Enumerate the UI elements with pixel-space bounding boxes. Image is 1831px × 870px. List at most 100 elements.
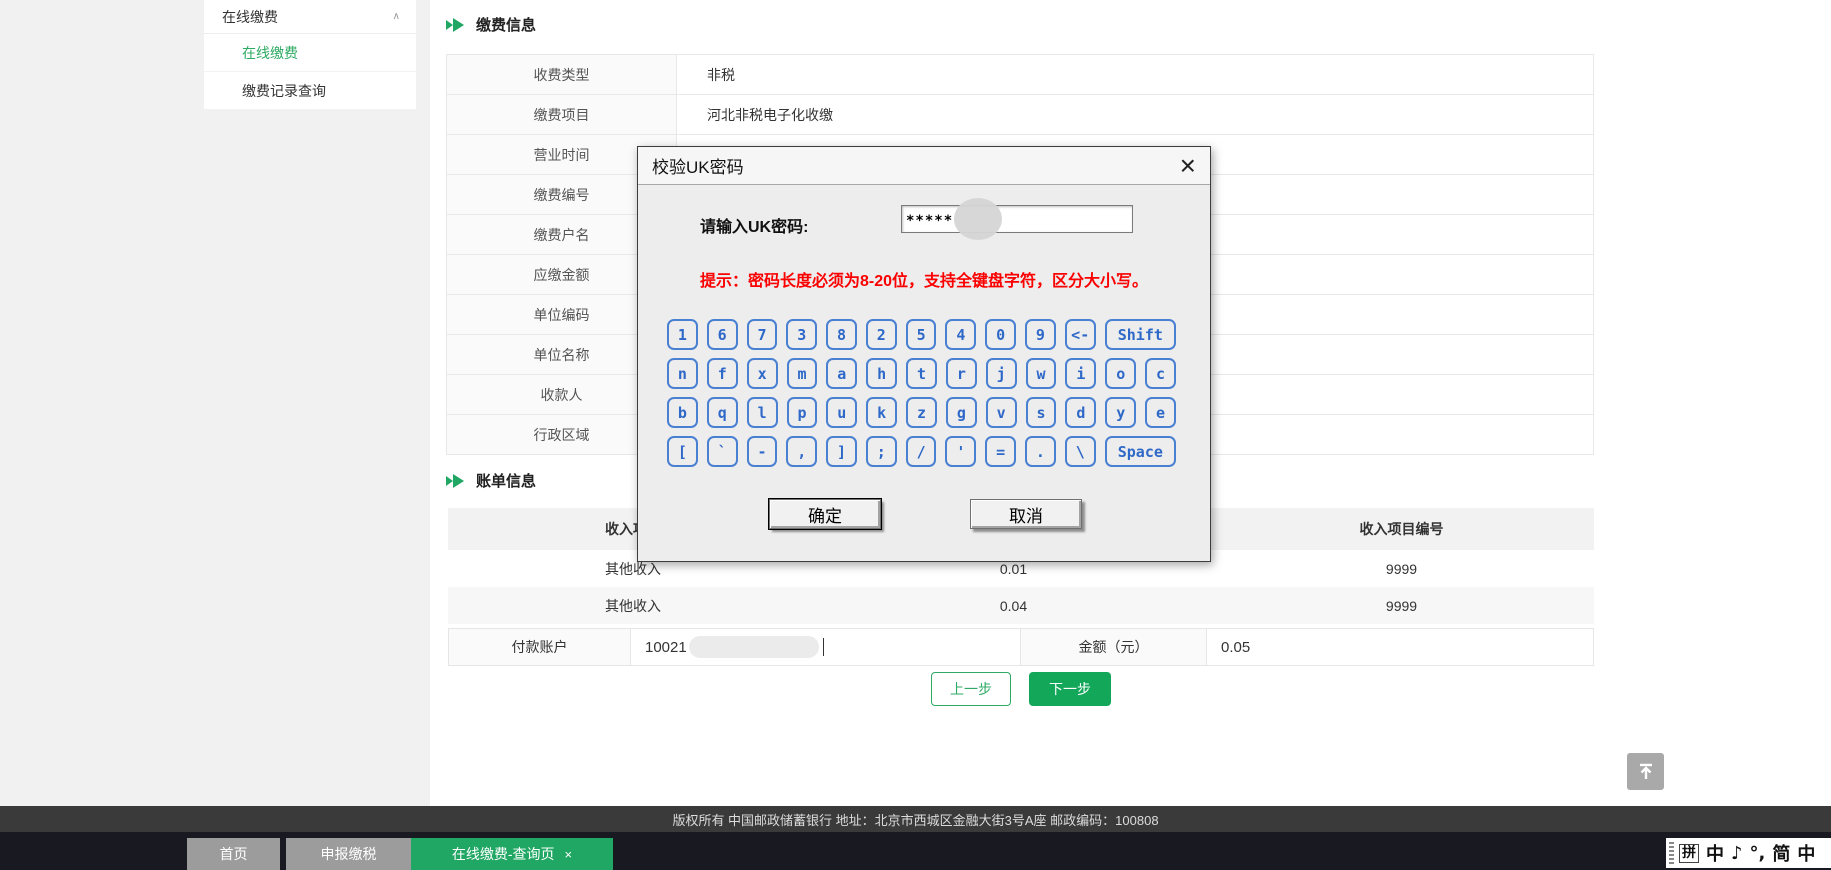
ime-simplified-mode[interactable]: 简 (1772, 840, 1790, 866)
tab-label: 在线缴费-查询页 (452, 844, 555, 864)
ime-width-mode-icon[interactable]: ♪ (1731, 843, 1743, 864)
key-4[interactable]: 4 (945, 319, 976, 350)
bill-table-row: 其他收入 0.04 9999 (448, 587, 1594, 624)
col-header-income-code: 收入项目编号 (1209, 508, 1594, 550)
key-w[interactable]: w (1026, 358, 1057, 389)
key-[[interactable]: [ (667, 436, 698, 467)
amount-value: 0.05 (1207, 629, 1593, 665)
key-r[interactable]: r (946, 358, 977, 389)
sidebar-item-online-payment[interactable]: 在线缴费 (204, 34, 416, 72)
sidebar-group-label: 在线缴费 (222, 7, 278, 27)
key-l[interactable]: l (747, 397, 778, 428)
key-,[interactable]: , (786, 436, 817, 467)
ok-button[interactable]: 确定 (769, 499, 881, 529)
amount-label: 金额（元） (1021, 629, 1207, 665)
dialog-title: 校验UK密码 (652, 153, 744, 178)
key-s[interactable]: s (1026, 397, 1057, 428)
payment-account-row: 付款账户 10021 金额（元） 0.05 (448, 628, 1594, 666)
ime-pinyin-mode[interactable]: 拼 (1679, 844, 1699, 863)
key-q[interactable]: q (707, 397, 738, 428)
key-1[interactable]: 1 (667, 319, 698, 350)
key-9[interactable]: 9 (1025, 319, 1056, 350)
key-'[interactable]: ' (945, 436, 976, 467)
payment-info-title: 缴费信息 (476, 14, 536, 35)
tab-home[interactable]: 首页 (187, 838, 280, 870)
key-e[interactable]: e (1145, 397, 1176, 428)
ime-drag-handle[interactable] (1669, 842, 1674, 864)
key-;[interactable]: ; (866, 436, 897, 467)
key-p[interactable]: p (787, 397, 818, 428)
cell-income-code: 9999 (1209, 550, 1594, 587)
key-k[interactable]: k (866, 397, 897, 428)
key-a[interactable]: a (826, 358, 857, 389)
key-c[interactable]: c (1145, 358, 1176, 389)
cell-income-item: 其他收入 (448, 587, 818, 624)
payment-info-header: 缴费信息 (446, 14, 536, 35)
payment-account-field[interactable]: 10021 (631, 629, 1021, 665)
sidebar-group-online-payment[interactable]: 在线缴费 ∧ (204, 0, 416, 34)
key-d[interactable]: d (1065, 397, 1096, 428)
key-0[interactable]: 0 (985, 319, 1016, 350)
tab-online-payment-query[interactable]: 在线缴费-查询页 × (411, 838, 613, 870)
virtual-keyboard: 1673825409 <- Shift nfxmahtrjwioc bqlpukzgvs… (667, 319, 1185, 475)
uk-password-value: ***** (906, 213, 953, 229)
ime-clipped-item[interactable]: 中 (1797, 840, 1815, 866)
tab-label: 申报缴税 (321, 844, 377, 864)
next-step-button[interactable]: 下一步 (1029, 672, 1111, 706)
key-.[interactable]: . (1025, 436, 1056, 467)
key-=[interactable]: = (985, 436, 1016, 467)
row-value: 河北非税电子化收缴 (677, 95, 1593, 134)
key-6[interactable]: 6 (707, 319, 738, 350)
ime-punctuation-mode[interactable]: °, (1750, 843, 1766, 864)
ime-toolbar: 拼 中 ♪ °, 简 中 (1666, 838, 1831, 868)
key-m[interactable]: m (787, 358, 818, 389)
key-5[interactable]: 5 (906, 319, 937, 350)
text-caret (823, 638, 824, 656)
tab-label: 首页 (220, 844, 248, 864)
key-2[interactable]: 2 (866, 319, 897, 350)
account-number-redaction (689, 636, 819, 658)
key-n[interactable]: n (667, 358, 698, 389)
tab-tax-declaration[interactable]: 申报缴税 (286, 838, 411, 870)
cancel-button[interactable]: 取消 (970, 499, 1082, 529)
key-j[interactable]: j (986, 358, 1017, 389)
sidebar-item-payment-records[interactable]: 缴费记录查询 (204, 72, 416, 110)
key-][interactable]: ] (826, 436, 857, 467)
key-g[interactable]: g (946, 397, 977, 428)
key-x[interactable]: x (747, 358, 778, 389)
key-o[interactable]: o (1105, 358, 1136, 389)
bill-info-header: 账单信息 (446, 470, 536, 491)
key-i[interactable]: i (1065, 358, 1096, 389)
taskbar: 首页 申报缴税 在线缴费-查询页 × (0, 832, 1831, 870)
key-\[interactable]: \ (1065, 436, 1096, 467)
tab-close-icon[interactable]: × (565, 847, 573, 862)
uk-password-input[interactable]: ***** (901, 205, 1133, 233)
ime-chinese-mode[interactable]: 中 (1706, 840, 1724, 866)
payment-account-label: 付款账户 (449, 629, 631, 665)
key-/[interactable]: / (906, 436, 937, 467)
key-y[interactable]: y (1105, 397, 1136, 428)
key-Space[interactable]: Space (1105, 436, 1176, 467)
prev-step-button[interactable]: 上一步 (931, 672, 1011, 706)
key-b[interactable]: b (667, 397, 698, 428)
key-Shift[interactable]: Shift (1105, 319, 1176, 350)
chevron-up-icon: ∧ (393, 11, 400, 22)
key-z[interactable]: z (906, 397, 937, 428)
key-3[interactable]: 3 (786, 319, 817, 350)
key-8[interactable]: 8 (826, 319, 857, 350)
back-to-top-button[interactable] (1627, 753, 1664, 790)
key-`[interactable]: ` (707, 436, 738, 467)
row-label: 收费类型 (447, 55, 677, 94)
key--[interactable]: - (747, 436, 778, 467)
close-icon[interactable]: × (1180, 152, 1196, 180)
cell-amount: 0.04 (818, 587, 1209, 624)
key-t[interactable]: t (906, 358, 937, 389)
key-h[interactable]: h (866, 358, 897, 389)
key-u[interactable]: u (826, 397, 857, 428)
key-f[interactable]: f (707, 358, 738, 389)
sidebar: 在线缴费 ∧ 在线缴费 缴费记录查询 (204, 0, 416, 110)
key-v[interactable]: v (986, 397, 1017, 428)
key-<-[interactable]: <- (1065, 319, 1096, 350)
cell-income-code: 9999 (1209, 587, 1594, 624)
key-7[interactable]: 7 (747, 319, 778, 350)
